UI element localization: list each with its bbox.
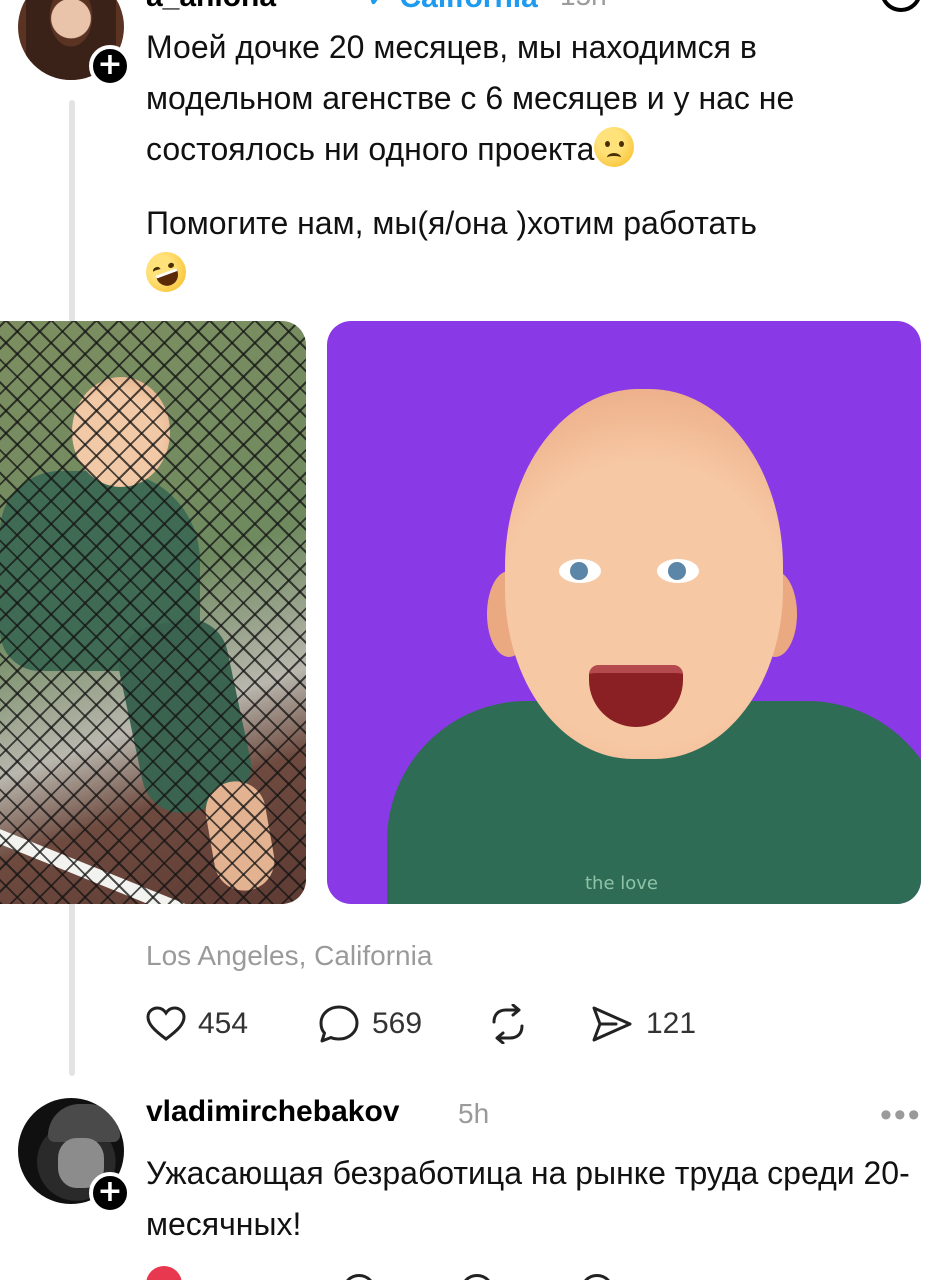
paragraph-2-text: Помогите нам, мы(я/она )хотим работать [146, 205, 757, 241]
post-paragraph-2: Помогите нам, мы(я/она )хотим работать [140, 198, 926, 300]
post-paragraph-1: Моей дочке 20 месяцев, мы находимся в мо… [146, 22, 926, 175]
more-options-icon[interactable] [880, 0, 922, 12]
repost-icon [492, 1004, 524, 1044]
like-count: 454 [198, 1007, 249, 1040]
comment-count: 569 [372, 1007, 423, 1040]
comment-action-bar [146, 1266, 646, 1280]
comment-button[interactable]: 569 [318, 1004, 422, 1044]
share-icon [592, 1006, 632, 1042]
thread-post: + a_aniona ✓ California 15h Моей дочке 2… [0, 0, 950, 1080]
sweater-print: the love [585, 873, 659, 894]
liked-heart-icon[interactable] [146, 1266, 182, 1280]
repost-button[interactable] [486, 1004, 530, 1044]
comment-text: Ужасающая безработица на рынке труда сре… [146, 1155, 910, 1242]
tennis-net [0, 321, 306, 904]
avatar-cap [48, 1104, 120, 1142]
share-icon[interactable] [580, 1274, 614, 1280]
share-button[interactable]: 121 [590, 1004, 696, 1044]
share-count: 121 [646, 1007, 697, 1040]
location-tag[interactable]: ✓ California [366, 0, 538, 15]
post-photo-2[interactable]: the love [327, 321, 921, 904]
commenter-username[interactable]: vladimirchebakov [146, 1095, 399, 1129]
author-username[interactable]: a_aniona [146, 0, 276, 14]
laughing-emoji-icon [140, 246, 192, 298]
worried-emoji-icon [594, 127, 635, 167]
repost-icon[interactable] [460, 1274, 494, 1280]
comment-icon[interactable] [342, 1274, 376, 1280]
paragraph-1-text: Моей дочке 20 месяцев, мы находимся в мо… [146, 29, 795, 167]
heart-icon [146, 1006, 186, 1041]
post-location[interactable]: Los Angeles, California [146, 940, 432, 972]
right-eye [657, 559, 699, 583]
like-button[interactable]: 454 [146, 1004, 248, 1044]
post-photo-1[interactable] [0, 321, 306, 904]
comment-time: 5h [458, 1098, 490, 1129]
follow-plus-icon[interactable]: + [89, 1172, 131, 1214]
follow-plus-icon[interactable]: + [89, 45, 131, 87]
post-time: 15h [560, 0, 607, 12]
left-eye [559, 559, 601, 583]
comment-icon [319, 1005, 359, 1043]
more-icon[interactable]: ••• [880, 1098, 922, 1132]
